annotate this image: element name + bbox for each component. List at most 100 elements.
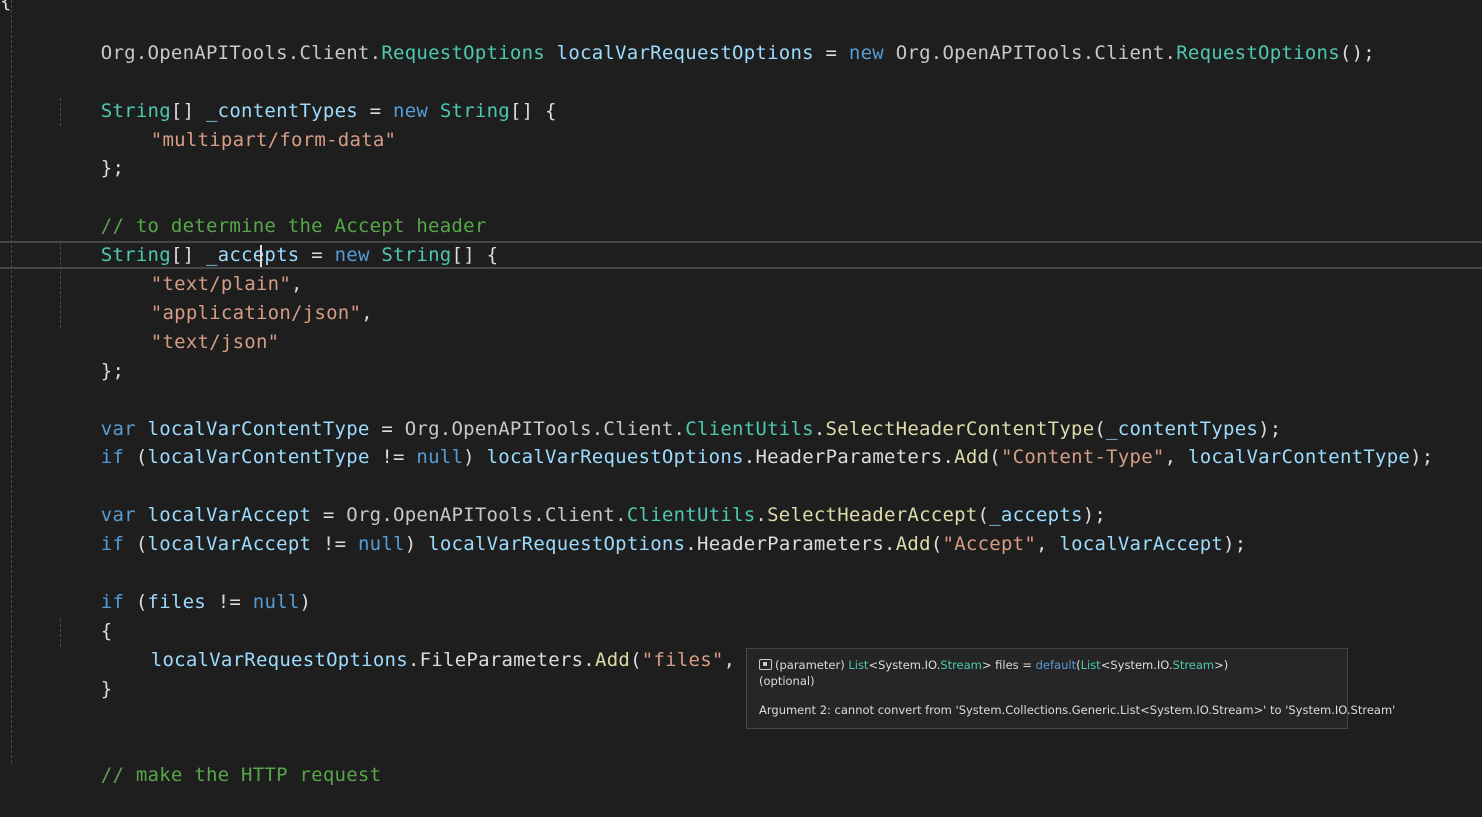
token-punct: ) (299, 591, 312, 613)
token-string: "files" (641, 649, 724, 671)
code-line-application-json[interactable]: "application/json", (104, 271, 373, 324)
code-line-multipart[interactable]: "multipart/form-data" (104, 98, 396, 151)
token-punct: [] { (509, 100, 557, 122)
token-method: Add (595, 649, 631, 671)
token-type: String (439, 100, 510, 122)
token-string: "text/json" (150, 331, 280, 353)
token-keyword: new (334, 244, 370, 266)
token-method: Add (895, 533, 931, 555)
token-punct: ( (930, 533, 943, 555)
token-keyword: null (357, 533, 405, 555)
token-string: "Accept" (942, 533, 1037, 555)
code-line-accept-var[interactable]: var localVarAccept = Org.OpenAPITools.Cl… (54, 473, 1106, 526)
token-comment: // make the HTTP request (100, 764, 382, 786)
token-punct: ( (124, 591, 148, 613)
token-variable: localVarRequestOptions (150, 649, 408, 671)
token-punct: . (407, 649, 420, 671)
token-punct: ( (630, 649, 642, 671)
token-punct: , (1164, 446, 1188, 468)
token-variable: localVarRequestOptions (428, 533, 686, 555)
code-line-close-brace[interactable]: } (54, 647, 112, 700)
token-string: "multipart/form-data" (150, 129, 397, 151)
token-variable: files (147, 591, 206, 613)
token-op: != (311, 533, 358, 555)
token-punct: ); (1223, 533, 1247, 555)
token-property: HeaderParameters (755, 446, 943, 468)
token-punct: ) (404, 533, 429, 555)
code-line-close-1[interactable]: }; (54, 126, 124, 179)
token-punct: . (743, 446, 756, 468)
indent-guide-outer (11, 0, 12, 763)
quick-info-tooltip: (parameter) List<System.IO.Stream> files… (746, 648, 1396, 729)
token-punct: } (100, 678, 113, 700)
token-punct: }; (100, 157, 125, 179)
tooltip-type: Stream (1172, 658, 1215, 672)
token-variable: localVarRequestOptions (486, 446, 744, 468)
code-line-accepts-decl[interactable]: String[] _accepts = new String[] { (54, 213, 498, 266)
text-caret (260, 245, 262, 267)
tooltip-text: <System.IO. (868, 658, 941, 672)
code-line-file-parameters[interactable]: localVarRequestOptions.FileParameters.Ad… (104, 618, 829, 671)
token-punct: . (942, 446, 955, 468)
token-type: String (381, 244, 452, 266)
tooltip-text: <System.IO. (1100, 658, 1173, 672)
token-variable: localVarAccept (1059, 533, 1224, 555)
token-keyword: null (416, 446, 464, 468)
tooltip-keyword: default (1035, 658, 1077, 672)
code-line-comment-http[interactable]: // make the HTTP request (54, 733, 381, 786)
token-punct: , (723, 649, 747, 671)
code-line-content-type-var[interactable]: var localVarContentType = Org.OpenAPIToo… (54, 387, 1281, 440)
token-property: FileParameters (419, 649, 584, 671)
tooltip-prefix: (parameter) (775, 658, 849, 672)
token-namespace: Org.OpenAPITools.Client. (100, 42, 382, 64)
token-keyword: if (100, 446, 125, 468)
code-line-content-type-if[interactable]: if ( localVarContentType != null) localVa… (54, 415, 1433, 468)
code-editor[interactable]: { Org.OpenAPITools.Client.RequestOptions… (0, 0, 1482, 786)
token-property: HeaderParameters (697, 533, 885, 555)
token-keyword: new (848, 42, 884, 64)
tooltip-text: > files = (981, 658, 1036, 672)
token-punct: ); (1410, 446, 1434, 468)
token-method: Add (954, 446, 990, 468)
tooltip-text: >) (1214, 658, 1229, 672)
token-punct: [] { (451, 244, 499, 266)
token-variable: localVarAccept (147, 533, 312, 555)
token-punct: . (884, 533, 896, 555)
code-line-comment-accept[interactable]: // to determine the Accept header (54, 184, 487, 237)
token-type: RequestOptions (1176, 42, 1340, 64)
token-namespace: Org.OpenAPITools.Client. (884, 42, 1177, 64)
token-string: "Content-Type" (1000, 446, 1165, 468)
code-line-content-types-decl[interactable]: String[] _contentTypes = new String[] { (54, 69, 557, 122)
code-line-text-plain[interactable]: "text/plain", (104, 242, 303, 295)
code-line-open-brace[interactable]: { (54, 589, 112, 642)
token-punct: . (685, 533, 697, 555)
code-line-text-json[interactable]: "text/json" (104, 300, 279, 353)
tooltip-gap (759, 689, 1335, 702)
parameter-icon (759, 659, 772, 670)
token-variable: localVarContentType (1188, 446, 1411, 468)
token-op: != (369, 446, 417, 468)
token-op: = (813, 42, 849, 64)
token-punct: , (361, 302, 373, 324)
token-variable: localVarRequestOptions (556, 42, 814, 64)
token-punct: , (1036, 533, 1060, 555)
outer-brace: { (0, 0, 12, 12)
token-keyword: new (393, 100, 429, 122)
tooltip-error-message: Argument 2: cannot convert from 'System.… (759, 703, 1396, 717)
token-op: != (206, 591, 253, 613)
token-punct: ( (124, 446, 148, 468)
token-punct: ( (124, 533, 148, 555)
code-line-request-options[interactable]: Org.OpenAPITools.Client.RequestOptions l… (54, 11, 1375, 64)
token-punct: (); (1339, 42, 1375, 64)
token-punct: ( (989, 446, 1001, 468)
code-line-if-files[interactable]: if (files != null) (54, 560, 311, 613)
tooltip-optional: (optional) (759, 674, 815, 688)
tooltip-type: List (848, 658, 869, 672)
code-line-close-2[interactable]: }; (54, 329, 124, 382)
token-type: RequestOptions (381, 42, 545, 64)
token-punct: . (583, 649, 595, 671)
token-punct: ) (463, 446, 487, 468)
code-line-accept-if[interactable]: if (localVarAccept != null) localVarRequ… (54, 502, 1246, 555)
